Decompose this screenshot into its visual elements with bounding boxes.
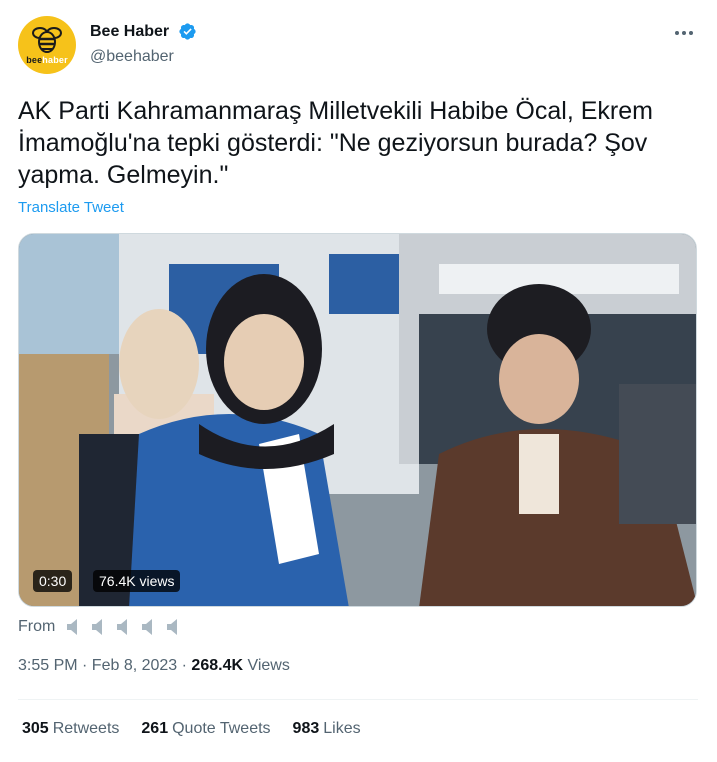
speaker-icon[interactable] [165, 617, 183, 637]
speaker-icon[interactable] [115, 617, 133, 637]
retweets-stat[interactable]: 305 Retweets [22, 720, 119, 738]
likes-stat[interactable]: 983 Likes [293, 720, 361, 738]
quote-tweets-label: Quote Tweets [172, 720, 271, 737]
engagement-stats: 305 Retweets 261 Quote Tweets 983 Likes [22, 720, 383, 738]
retweets-count: 305 [22, 720, 49, 737]
views-label: Views [243, 657, 290, 674]
bee-logo-icon [32, 27, 62, 53]
video-player[interactable]: 0:30 76.4K views [18, 233, 697, 607]
quote-tweets-count: 261 [141, 720, 169, 737]
from-label: From [18, 618, 56, 635]
video-duration-badge: 0:30 [33, 570, 73, 592]
video-source-row: From [18, 614, 190, 640]
speaker-icon[interactable] [65, 617, 83, 637]
tweet-meta: 3:55 PM · Feb 8, 2023 · 268.4K Views [18, 657, 290, 675]
likes-label: Likes [323, 720, 361, 737]
avatar[interactable]: beehaber [18, 16, 76, 74]
video-thumbnail [19, 234, 696, 606]
divider [18, 699, 698, 700]
tweet-text: AK Parti Kahramanmaraş Milletvekili Habi… [18, 97, 653, 189]
translate-tweet-link[interactable]: Translate Tweet [18, 199, 124, 216]
likes-count: 983 [292, 720, 320, 737]
views-count: 268.4K [191, 657, 244, 674]
author-handle[interactable]: @beehaber [90, 48, 174, 66]
verified-badge-icon [178, 23, 196, 40]
author-display-name[interactable]: Bee Haber [90, 23, 169, 41]
tweet-header: beehaber Bee Haber @beehaber [18, 16, 699, 76]
tweet-timestamp[interactable]: 3:55 PM · Feb 8, 2023 · [18, 657, 191, 674]
logo-text-bee: bee [26, 55, 43, 65]
speaker-icon[interactable] [90, 617, 108, 637]
quote-tweets-stat[interactable]: 261 Quote Tweets [141, 720, 270, 738]
retweets-label: Retweets [52, 720, 120, 737]
video-views-badge: 76.4K views [93, 570, 181, 592]
more-options-icon[interactable] [671, 24, 697, 42]
speaker-icon[interactable] [140, 617, 158, 637]
avatar-logo-text: beehaber [18, 55, 76, 65]
logo-text-haber: haber [42, 55, 68, 65]
author-name-row[interactable]: Bee Haber [90, 22, 197, 41]
